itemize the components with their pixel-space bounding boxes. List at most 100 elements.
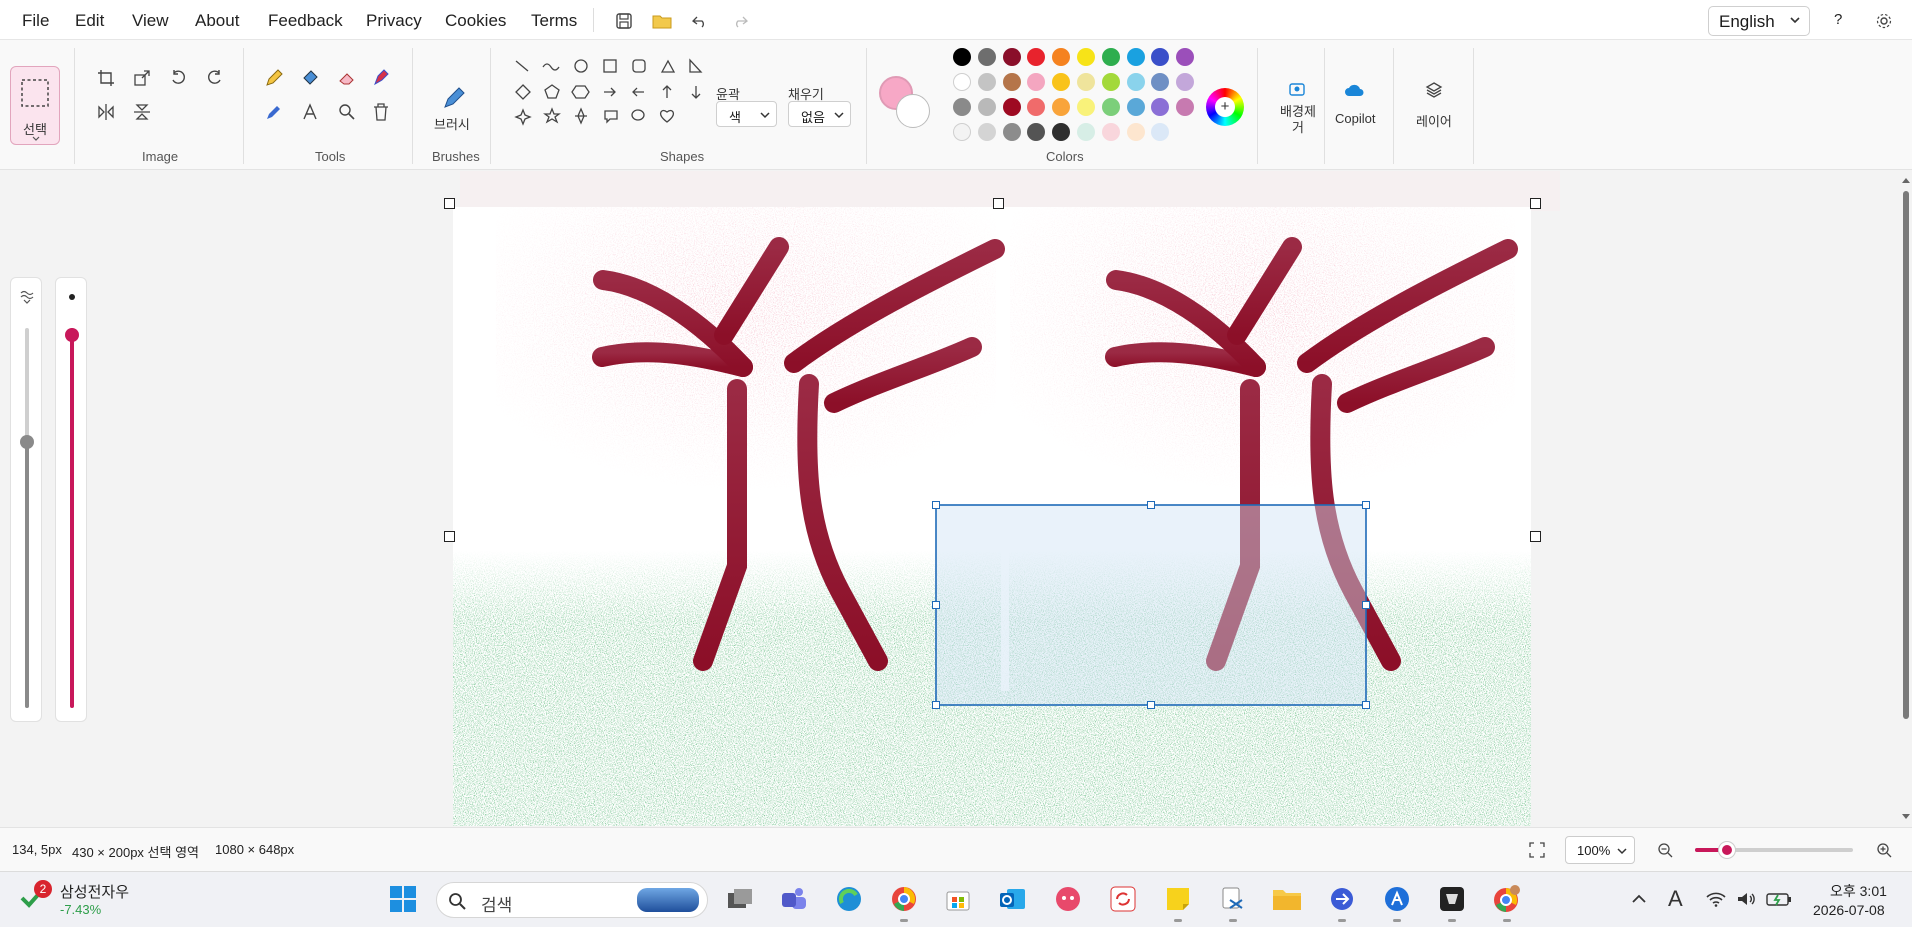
selection-handle[interactable] (1362, 701, 1370, 709)
file-explorer-icon[interactable] (1270, 882, 1304, 916)
outlook-icon[interactable] (996, 882, 1030, 916)
brush-icon[interactable] (439, 84, 467, 112)
wifi-icon[interactable] (1706, 891, 1726, 907)
color-swatch[interactable] (1052, 48, 1071, 66)
size-slider-track[interactable] (70, 328, 74, 708)
chrome-profile-icon[interactable] (1490, 882, 1524, 922)
color-swatch[interactable] (977, 98, 996, 116)
clock-date[interactable]: 2026-07-08 (1813, 902, 1885, 918)
selection-handle[interactable] (1362, 501, 1370, 509)
outline-dropdown[interactable]: 색 (716, 101, 777, 127)
settings-gear-icon[interactable] (1873, 10, 1895, 32)
battery-charging-icon[interactable] (1766, 891, 1792, 907)
fill-bucket-icon[interactable] (298, 66, 322, 90)
clock-time[interactable]: 오후 3:01 (1830, 881, 1887, 901)
vertical-scrollbar[interactable] (1900, 171, 1912, 826)
edge-icon[interactable] (832, 882, 866, 916)
opacity-slider-thumb[interactable] (20, 435, 34, 449)
color-swatch[interactable] (1027, 73, 1046, 91)
selection-handle[interactable] (932, 701, 940, 709)
menu-file[interactable]: File (22, 11, 49, 31)
magnifier-icon[interactable] (335, 100, 359, 124)
volume-icon[interactable] (1736, 891, 1756, 907)
color-swatch[interactable] (977, 123, 996, 141)
input-method-indicator[interactable]: A (1668, 886, 1683, 912)
chrome-icon[interactable] (887, 882, 921, 922)
color-swatch[interactable] (1176, 98, 1195, 116)
color-swatch[interactable] (1077, 123, 1095, 141)
shapes-gallery[interactable] (513, 58, 709, 146)
canvas-resize-handle[interactable] (444, 531, 455, 542)
layers-label[interactable]: 레이어 (1416, 111, 1452, 130)
drawing-canvas[interactable] (0, 171, 1900, 826)
text-icon[interactable] (298, 100, 322, 124)
color-swatch[interactable] (977, 48, 996, 66)
open-folder-icon[interactable] (651, 10, 673, 32)
layers-icon[interactable] (1422, 78, 1446, 102)
menu-privacy[interactable]: Privacy (366, 11, 422, 31)
color-swatch[interactable] (953, 48, 971, 66)
remote-app-icon[interactable] (1325, 882, 1359, 922)
zoom-slider-track[interactable] (1695, 842, 1853, 858)
select-tool-button[interactable]: 선택 (10, 66, 60, 145)
color-swatch[interactable] (1077, 48, 1095, 66)
color-swatch[interactable] (1027, 123, 1046, 141)
color-swatch[interactable] (977, 73, 996, 91)
zoom-slider-thumb[interactable] (1718, 842, 1735, 858)
save-icon[interactable] (613, 10, 635, 32)
brush-label[interactable]: 브러시 (434, 114, 470, 133)
color-swatch[interactable] (1176, 48, 1195, 66)
color-swatch[interactable] (1126, 123, 1145, 141)
color-swatch[interactable] (1126, 98, 1145, 116)
background-remove-icon[interactable] (1285, 78, 1309, 102)
start-button[interactable] (386, 882, 420, 916)
menu-terms[interactable]: Terms (531, 11, 577, 31)
rotate-right-icon[interactable] (202, 66, 226, 90)
color-swatch[interactable] (1077, 73, 1095, 91)
taskbar-search-box[interactable]: 검색 (436, 882, 708, 918)
color-swatch[interactable] (1101, 123, 1120, 141)
selection-handle[interactable] (1362, 601, 1370, 609)
color-swatch[interactable] (953, 123, 971, 141)
selection-handle[interactable] (1147, 501, 1155, 509)
teams-icon[interactable] (777, 882, 811, 916)
sync-app-icon[interactable] (1106, 882, 1140, 916)
redo-icon[interactable] (729, 10, 751, 32)
resize-icon[interactable] (130, 66, 154, 90)
color-swatch[interactable] (1052, 73, 1071, 91)
app-icon-a[interactable] (1380, 882, 1414, 922)
marker-icon[interactable] (369, 66, 393, 90)
flip-vertical-icon[interactable] (130, 100, 154, 124)
zoom-in-icon[interactable] (1876, 842, 1892, 858)
snipping-tool-icon[interactable] (1216, 882, 1250, 922)
selection-handle[interactable] (1147, 701, 1155, 709)
color-swatch[interactable] (1151, 123, 1170, 141)
color-swatch[interactable] (1126, 73, 1145, 91)
color-swatch[interactable] (1151, 98, 1170, 116)
color-swatch[interactable] (1052, 98, 1071, 116)
color-swatch[interactable] (1101, 73, 1120, 91)
canvas-resize-handle[interactable] (1530, 198, 1541, 209)
color-swatch[interactable] (1002, 48, 1021, 66)
color-swatch[interactable] (1002, 123, 1021, 141)
scroll-down-icon[interactable] (1902, 814, 1910, 820)
copilot-label[interactable]: Copilot (1335, 111, 1375, 126)
menu-about[interactable]: About (195, 11, 239, 31)
task-view-icon[interactable] (723, 882, 757, 916)
sticky-notes-icon[interactable] (1161, 882, 1195, 922)
flip-horizontal-icon[interactable] (94, 100, 118, 124)
pencil-icon[interactable] (262, 66, 286, 90)
color-swatch[interactable] (1052, 123, 1071, 141)
menu-feedback[interactable]: Feedback (268, 11, 343, 31)
scroll-up-icon[interactable] (1902, 177, 1910, 183)
color-swatch[interactable] (1027, 48, 1046, 66)
color-swatch[interactable] (1151, 73, 1170, 91)
chat-app-icon[interactable] (1051, 882, 1085, 916)
menu-cookies[interactable]: Cookies (445, 11, 506, 31)
trash-icon[interactable] (369, 100, 393, 124)
background-remove-label[interactable]: 배경제거 (1278, 104, 1318, 136)
crop-icon[interactable] (94, 66, 118, 90)
store-icon[interactable] (941, 882, 975, 916)
color-swatch[interactable] (953, 73, 971, 91)
menu-edit[interactable]: Edit (75, 11, 104, 31)
